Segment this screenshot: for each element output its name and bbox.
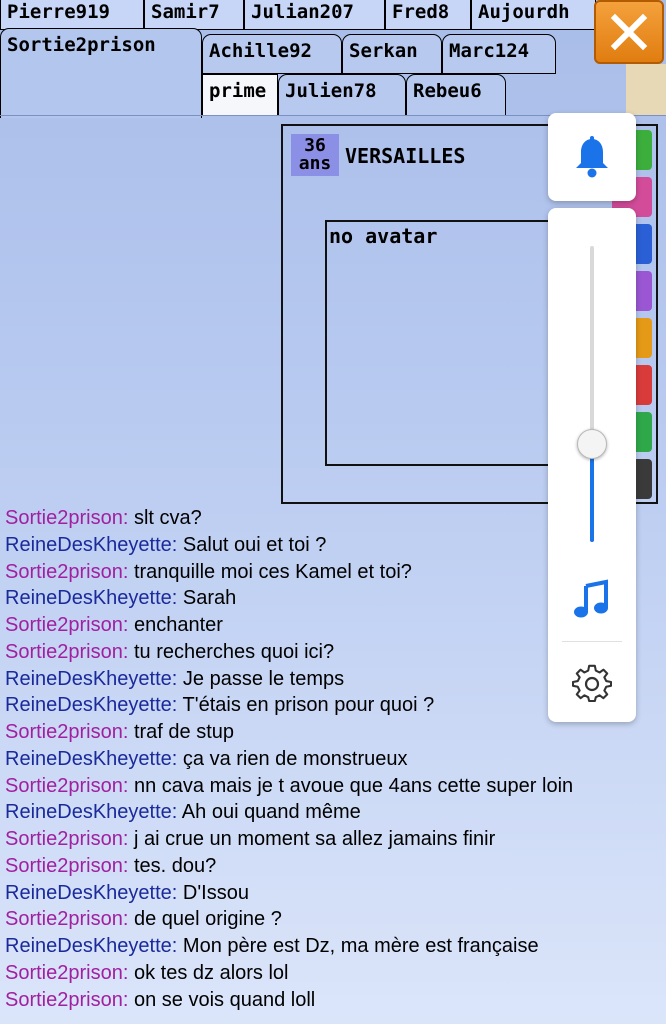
chat-username[interactable]: Sortie2prison [5,507,123,529]
chat-message: ReineDesKheyette: Salut oui et toi ? [5,533,327,556]
chat-username[interactable]: ReineDesKheyette [5,882,172,904]
bell-icon [576,136,608,178]
chat-message: ReineDesKheyette: Sarah [5,587,237,610]
chat-message: ReineDesKheyette: Ah oui quand même [5,801,361,824]
tab-julian207[interactable]: Julian207 [244,0,385,30]
chat-text: T'étais en prison pour quoi ? [182,694,435,717]
age-unit: ans [298,153,332,174]
avatar-placeholder: no avatar [329,224,438,248]
chat-username[interactable]: Sortie2prison [5,908,123,930]
chat-username[interactable]: ReineDesKheyette [5,748,172,770]
volume-slider[interactable] [577,246,607,542]
chat-text: Je passe le temps [182,667,345,690]
city-label: VERSAILLES [345,144,466,168]
chat-text: j ai crue un moment sa allez jamains fin… [133,828,496,850]
tab-prime[interactable]: prime [202,74,278,116]
chat-text: traf de stup [133,721,235,743]
chat-text: Salut oui et toi ? [182,533,327,556]
chat-message: Sortie2prison: enchanter [5,614,223,636]
chat-text: de quel origine ? [133,908,282,931]
chat-message: ReineDesKheyette: D'Issou [5,881,249,904]
tab-sortie2prison[interactable]: Sortie2prison [0,28,202,118]
chat-message: Sortie2prison: on se vois quand loll [5,988,316,1011]
tab-rebeu6[interactable]: Rebeu6 [406,74,506,116]
chat-text: Sarah [182,587,237,610]
chat-message: Sortie2prison: de quel origine ? [5,908,282,931]
chat-message: Sortie2prison: tu recherches quoi ici? [5,640,335,663]
tab-bar-edge [626,64,666,116]
chat-username[interactable]: Sortie2prison [5,561,123,583]
chat-username[interactable]: Sortie2prison [5,989,123,1011]
chat-username[interactable]: ReineDesKheyette [5,587,172,609]
chat-text: on se vois quand loll [133,988,316,1011]
chat-message: ReineDesKheyette: Mon père est Dz, ma mè… [5,935,539,957]
chat-message: Sortie2prison: slt cva? [5,507,202,529]
chat-text: tu recherches quoi ici? [133,640,335,663]
chat-message: ReineDesKheyette: T'étais en prison pour… [5,694,435,717]
chat-username[interactable]: ReineDesKheyette [5,935,172,957]
avatar: no avatar [325,220,575,466]
chat-username[interactable]: Sortie2prison [5,962,123,984]
chat-message: ReineDesKheyette: ça va rien de monstrue… [5,747,408,770]
chat-text: D'Issou [182,881,249,904]
chat-username[interactable]: Sortie2prison [5,721,123,743]
chat-message: Sortie2prison: tranquille moi ces Kamel … [5,560,412,583]
notification-volume-button[interactable] [548,113,636,201]
chat-username[interactable]: Sortie2prison [5,775,123,797]
tab-samir7[interactable]: Samir7 [144,0,244,30]
chat-username[interactable]: ReineDesKheyette [5,534,172,556]
chat-username[interactable]: ReineDesKheyette [5,801,172,823]
chat-text: Mon père est Dz, ma mère est française [182,935,539,957]
chat-text: enchanter [133,614,223,636]
chat-username[interactable]: Sortie2prison [5,855,123,877]
tab-julien78[interactable]: Julien78 [278,74,406,116]
chat-username[interactable]: Sortie2prison [5,614,123,636]
chat-message: Sortie2prison: j ai crue un moment sa al… [5,828,496,850]
chat-username[interactable]: ReineDesKheyette [5,694,172,716]
chat-message: Sortie2prison: nn cava mais je t avoue q… [5,774,574,797]
chat-text: Ah oui quand même [181,801,361,824]
close-button[interactable] [594,0,664,64]
volume-slider-thumb[interactable] [577,429,607,460]
chat-text: nn cava mais je t avoue que 4ans cette s… [133,774,574,797]
close-icon [610,13,648,51]
tab-aujourdh[interactable]: Aujourdh [471,0,596,30]
chat-message: Sortie2prison: tes. dou? [5,854,217,877]
tab-marc124[interactable]: Marc124 [442,34,556,74]
tab-serkan[interactable]: Serkan [342,34,442,74]
chat-log: Sortie2prison: slt cva? ReineDesKheyette:… [5,505,665,1013]
age-badge: 36 ans [291,134,339,176]
chat-username[interactable]: ReineDesKheyette [5,668,172,690]
tab-fred8[interactable]: Fred8 [385,0,471,30]
tab-bar: Pierre919 Samir7 Julian207 Fred8 Aujourd… [0,0,666,118]
chat-text: ça va rien de monstrueux [182,747,408,770]
chat-username[interactable]: Sortie2prison [5,641,123,663]
chat-text: tes. dou? [133,854,217,877]
chat-username[interactable]: Sortie2prison [5,828,123,850]
chat-text: slt cva? [133,507,202,529]
chat-message: Sortie2prison: traf de stup [5,721,235,743]
tab-achille92[interactable]: Achille92 [202,34,342,74]
chat-message: ReineDesKheyette: Je passe le temps [5,667,345,690]
chat-message: Sortie2prison: ok tes dz alors lol [5,961,289,984]
chat-text: ok tes dz alors lol [133,961,289,984]
tab-pierre919[interactable]: Pierre919 [0,0,144,30]
chat-text: tranquille moi ces Kamel et toi? [133,560,412,583]
